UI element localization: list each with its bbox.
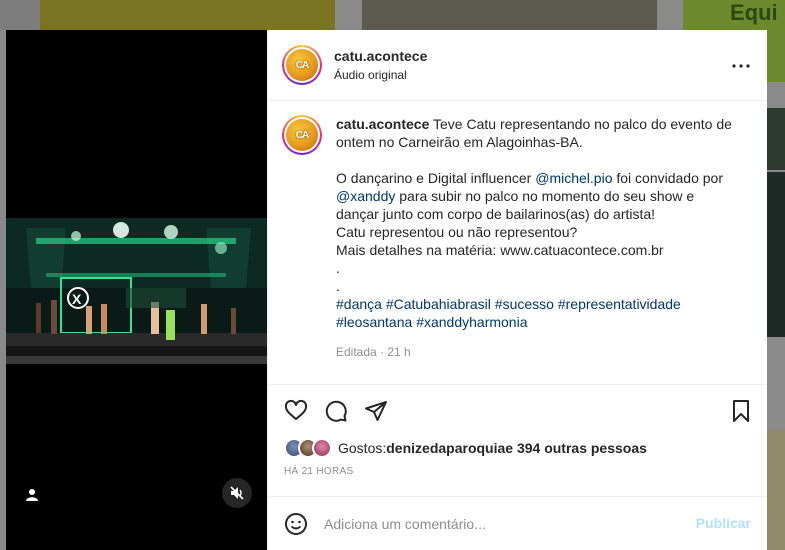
comment-input[interactable] [324,515,664,532]
feed-tile [767,430,785,550]
mention-link[interactable]: @michel.pio [535,170,612,186]
feed-tile [767,172,785,337]
caption-avatar[interactable]: CA [282,115,322,155]
caption-line: Mais detalhes na matéria: www.catuaconte… [336,242,664,258]
muted-speaker-icon [230,486,244,500]
edited-info: Editada · 21 h [336,345,411,359]
caption-dot: . [336,278,340,294]
liker-username[interactable]: denizedaparoquia [386,440,505,456]
video-player[interactable]: X [6,218,267,364]
hashtag-link[interactable]: #xanddyharmonia [416,314,527,330]
avatar-initials: CA [295,59,309,71]
like-button[interactable] [284,399,308,423]
post-details: CA catu.acontece Áudio original CA catu.… [267,30,767,550]
share-icon [365,400,387,421]
post-header: CA catu.acontece Áudio original [268,30,767,101]
caption-line: Catu representou ou não representou? [336,224,578,240]
audio-label[interactable]: Áudio original [334,68,427,82]
avatar [312,438,332,458]
emoji-icon [285,512,307,535]
post-timestamp[interactable]: HÁ 21 HORAS [268,460,767,486]
hashtag-link[interactable]: #leosantana [336,314,412,330]
media-panel[interactable]: X [6,30,267,550]
feed-tile [40,0,335,30]
likes-summary: Gostos: denizedaparoquia e 394 outras pe… [268,436,767,460]
emoji-button[interactable] [284,512,308,536]
caption-text-segment: foi convidado por [612,170,724,186]
edited-time[interactable]: 21 h [387,345,410,359]
heart-icon [284,399,308,420]
feed-tile [767,108,785,170]
mute-button[interactable] [222,478,252,508]
comment-icon [325,400,347,422]
mention-link[interactable]: @xanddy [336,188,395,204]
hashtag-link[interactable]: #Catubahiabrasil [386,296,491,312]
save-button[interactable] [729,399,753,423]
comment-button[interactable] [324,399,348,423]
hashtag-link[interactable]: #dança [336,296,382,312]
caption-username[interactable]: catu.acontece [336,116,429,132]
feed-tile-text: Equi [730,0,778,25]
author-avatar[interactable]: CA [282,45,322,85]
publish-button[interactable]: Publicar [696,515,751,531]
action-bar [268,384,767,436]
hashtag-link[interactable]: #sucesso [495,296,554,312]
likes-count[interactable]: e 394 outras pessoas [505,440,647,456]
bookmark-icon [733,400,749,422]
hashtag-link[interactable]: #representatividade [558,296,681,312]
comment-bar: Publicar [268,496,767,550]
edited-label: Editada [336,345,377,359]
svg-text:X: X [72,291,82,307]
caption-text-segment: O dançarino e Digital influencer [336,170,536,186]
concert-video-frame: X [6,218,267,364]
avatar-initials: CA [295,129,309,141]
caption-dot: . [336,260,340,276]
liker-avatars[interactable] [284,438,332,458]
more-options-button[interactable] [729,54,753,78]
feed-tile [0,0,40,30]
feed-tile [362,0,657,30]
caption-text: catu.acontece Teve Catu representando no… [336,115,736,384]
more-horizontal-icon [732,64,750,68]
user-tag-icon[interactable] [22,485,42,505]
author-username[interactable]: catu.acontece [334,48,427,64]
post-modal: X CA catu.acontece Áudio original CA cat… [6,30,767,550]
share-button[interactable] [364,399,388,423]
caption: CA catu.acontece Teve Catu representando… [268,101,767,384]
likes-prefix: Gostos: [338,440,387,456]
